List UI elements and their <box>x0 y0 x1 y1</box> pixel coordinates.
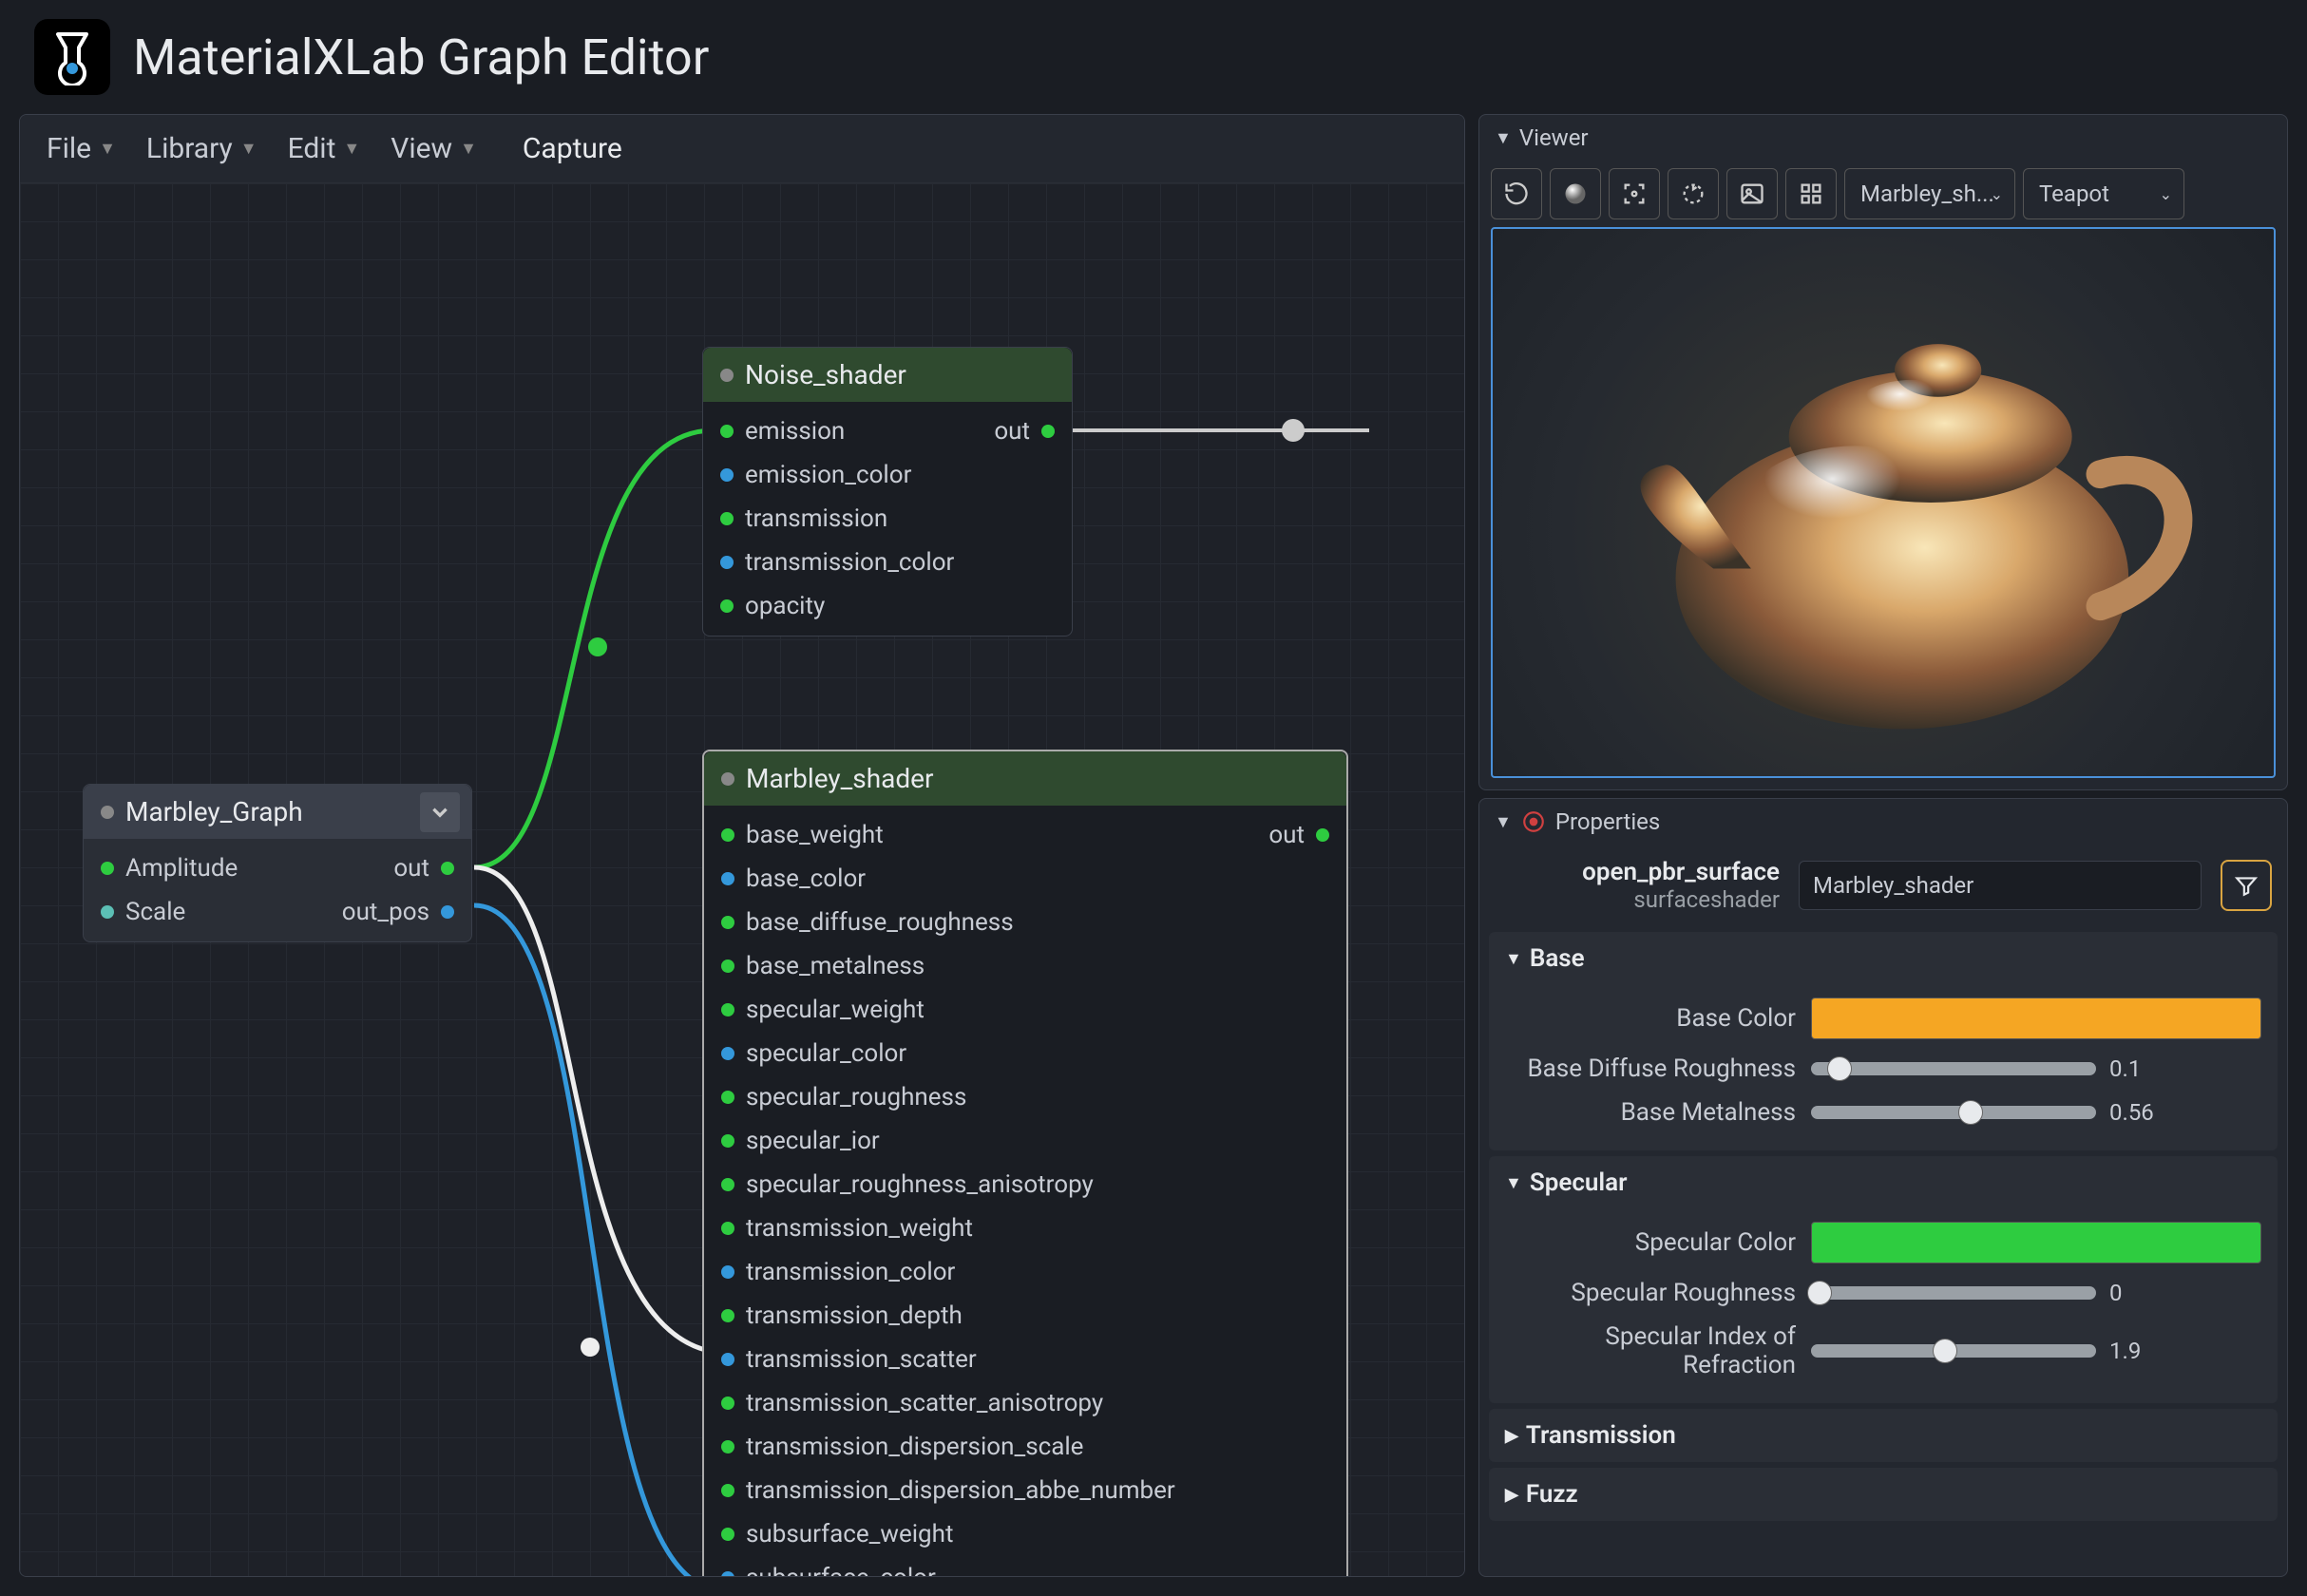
node-noise-shader[interactable]: Noise_shader emission out emission_color… <box>702 347 1073 636</box>
node-marbley-graph[interactable]: Marbley_Graph Amplitude out Scale out_po… <box>83 784 472 942</box>
turntable-button[interactable] <box>1668 168 1719 219</box>
node-port-row: specular_roughness <box>704 1075 1346 1119</box>
grid-button[interactable] <box>1785 168 1837 219</box>
section-fuzz: ▶Fuzz <box>1489 1468 2278 1521</box>
node-port-row: specular_ior <box>704 1119 1346 1163</box>
node-title: Marbley_Graph <box>125 796 303 827</box>
node-port-row: transmission_color <box>703 541 1072 584</box>
section-base: ▼Base Base Color Base Diffuse Roughness … <box>1489 932 2278 1150</box>
collapse-icon[interactable]: ▼ <box>1495 128 1512 148</box>
section-header[interactable]: ▶Transmission <box>1490 1410 2277 1461</box>
prop-label: Base Metalness <box>1505 1098 1796 1127</box>
node-port-row: emission out <box>703 409 1072 453</box>
prop-label: Specular Index of Refraction <box>1505 1322 1796 1379</box>
slider-value: 0.1 <box>2109 1055 2141 1082</box>
node-marbley-shader[interactable]: Marbley_shader base_weightoutbase_colorb… <box>702 750 1348 1576</box>
node-port-row: specular_color <box>704 1032 1346 1075</box>
slider-value: 0.56 <box>2109 1099 2154 1126</box>
node-port-row: transmission <box>703 497 1072 541</box>
node-port-row: opacity <box>703 584 1072 628</box>
node-title: Marbley_shader <box>746 763 933 794</box>
node-port-row: transmission_depth <box>704 1294 1346 1338</box>
node-port-row: transmission_dispersion_abbe_number <box>704 1469 1346 1512</box>
prop-label: Specular Roughness <box>1505 1279 1796 1307</box>
properties-meta: open_pbr_surface surfaceshader <box>1479 845 2287 926</box>
viewer-toolbar: Marbley_sh...⌄ Teapot⌄ <box>1479 161 2287 227</box>
property-type: open_pbr_surface <box>1495 858 1780 886</box>
node-port-row: subsurface_color <box>704 1556 1346 1576</box>
properties-pane: ▼ Properties open_pbr_surface surfacesha… <box>1478 798 2288 1577</box>
node-port-row: specular_weight <box>704 988 1346 1032</box>
node-port-row: transmission_dispersion_scale <box>704 1425 1346 1469</box>
prop-label: Base Color <box>1505 1004 1796 1033</box>
specular-color-swatch[interactable] <box>1811 1222 2261 1264</box>
app-title: MaterialXLab Graph Editor <box>133 28 709 86</box>
node-header[interactable]: Marbley_Graph <box>84 785 471 839</box>
menu-bar: File▼ Library▼ Edit▼ View▼ Capture <box>20 115 1464 183</box>
node-header[interactable]: Marbley_shader <box>704 751 1346 806</box>
node-port-row: base_weightout <box>704 813 1346 857</box>
prop-label: Specular Color <box>1505 1228 1796 1257</box>
node-port-row: base_metalness <box>704 944 1346 988</box>
prop-label: Base Diffuse Roughness <box>1505 1054 1796 1083</box>
material-select[interactable]: Marbley_sh...⌄ <box>1844 168 2015 219</box>
menu-view[interactable]: View▼ <box>391 132 477 165</box>
node-port-row: base_color <box>704 857 1346 901</box>
collapse-icon[interactable]: ▼ <box>1495 812 1512 832</box>
node-port-row: specular_roughness_anisotropy <box>704 1163 1346 1206</box>
node-title: Noise_shader <box>745 359 906 390</box>
node-port-row: Amplitude out <box>84 846 471 890</box>
image-button[interactable] <box>1726 168 1778 219</box>
node-port-row: transmission_scatter <box>704 1338 1346 1381</box>
specular-roughness-slider[interactable] <box>1811 1286 2096 1300</box>
section-header[interactable]: ▼Base <box>1490 933 2277 984</box>
graph-editor-panel: File▼ Library▼ Edit▼ View▼ Capture <box>19 114 1465 1577</box>
property-subtype: surfaceshader <box>1495 886 1780 913</box>
app-header: MaterialXLab Graph Editor <box>0 0 2307 114</box>
sphere-button[interactable] <box>1550 168 1601 219</box>
node-port-row: emission_color <box>703 453 1072 497</box>
app-logo <box>34 19 110 95</box>
filter-button[interactable] <box>2221 860 2272 911</box>
base-color-swatch[interactable] <box>1811 998 2261 1039</box>
viewer-header[interactable]: ▼ Viewer <box>1479 115 2287 161</box>
node-port-row: base_diffuse_roughness <box>704 901 1346 944</box>
menu-library[interactable]: Library▼ <box>146 132 257 165</box>
menu-file[interactable]: File▼ <box>47 132 116 165</box>
specular-ior-slider[interactable] <box>1811 1344 2096 1358</box>
capture-button[interactable]: Capture <box>523 132 622 165</box>
focus-button[interactable] <box>1609 168 1660 219</box>
section-header[interactable]: ▶Fuzz <box>1490 1469 2277 1520</box>
menu-edit[interactable]: Edit▼ <box>288 132 361 165</box>
node-port-row: Scale out_pos <box>84 890 471 934</box>
diffuse-roughness-slider[interactable] <box>1811 1062 2096 1075</box>
metalness-slider[interactable] <box>1811 1106 2096 1119</box>
section-transmission: ▶Transmission <box>1489 1409 2278 1462</box>
reload-button[interactable] <box>1491 168 1542 219</box>
node-header[interactable]: Noise_shader <box>703 348 1072 402</box>
graph-canvas[interactable]: Marbley_Graph Amplitude out Scale out_po… <box>20 183 1464 1576</box>
slider-value: 1.9 <box>2109 1338 2141 1364</box>
openpbr-icon <box>1521 809 1546 834</box>
node-port-row: transmission_weight <box>704 1206 1346 1250</box>
section-specular: ▼Specular Specular Color Specular Roughn… <box>1489 1156 2278 1403</box>
property-name-input[interactable] <box>1799 861 2202 910</box>
node-port-row: transmission_scatter_anisotropy <box>704 1381 1346 1425</box>
node-port-row: subsurface_weight <box>704 1512 1346 1556</box>
node-port-row: transmission_color <box>704 1250 1346 1294</box>
section-header[interactable]: ▼Specular <box>1490 1157 2277 1208</box>
viewer-pane: ▼ Viewer Marbley_sh...⌄ Teapot⌄ <box>1478 114 2288 790</box>
properties-header[interactable]: ▼ Properties <box>1479 799 2287 845</box>
expand-node-icon[interactable] <box>420 792 460 832</box>
viewer-viewport[interactable] <box>1491 227 2276 778</box>
geometry-select[interactable]: Teapot⌄ <box>2023 168 2184 219</box>
slider-value: 0 <box>2109 1280 2123 1306</box>
